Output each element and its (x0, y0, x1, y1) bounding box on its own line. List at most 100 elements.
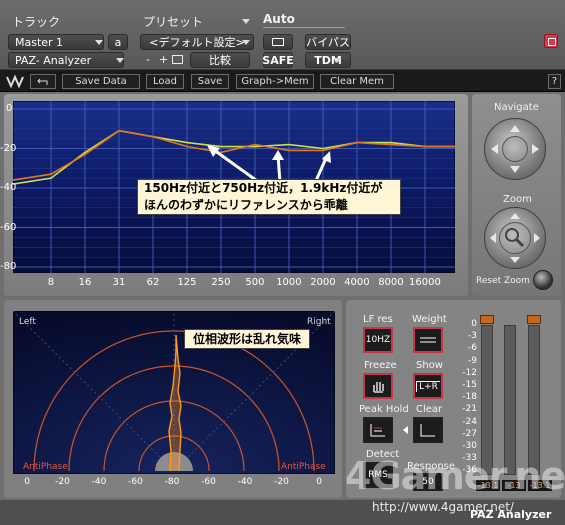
plugin-toolbar: Save Data Load Save Graph->Mem Clear Mem… (0, 70, 565, 92)
x-tick-label: 8 (47, 277, 55, 288)
help-button[interactable]: ? (548, 74, 561, 89)
x-tick-label: 16 (78, 277, 92, 288)
automation-icon (272, 38, 284, 46)
y-tick-label: -40 (0, 182, 17, 193)
x-tick-label: 1000 (276, 277, 302, 288)
weight-button[interactable] (413, 327, 443, 353)
save-data-label: Save Data (75, 76, 127, 87)
x-tick-label: 8000 (378, 277, 404, 288)
track-label: トラック (12, 15, 61, 29)
save-button[interactable]: Save (191, 74, 229, 89)
preset-dropdown-icon (242, 40, 250, 45)
channel-selector[interactable]: a (108, 34, 128, 50)
phase-annotation: 位相波形は乱れ気味 (184, 329, 310, 349)
meter-scale-label: -30 (462, 441, 477, 451)
auto-label: Auto (263, 12, 295, 26)
meter-scale-label: -6 (468, 343, 477, 354)
clear-label: Clear (416, 404, 443, 415)
x-tick-label: 250 (211, 277, 231, 288)
window-close-icon[interactable] (544, 34, 558, 48)
y-tick-label: -20 (0, 142, 17, 154)
show-value: L+R (416, 380, 440, 392)
preset-label: プリセット (143, 15, 204, 29)
x-tick-label: 2000 (310, 277, 336, 288)
peak-hold-button[interactable] (363, 417, 393, 443)
preset-next-button[interactable]: + (159, 53, 168, 66)
automation-button[interactable] (263, 34, 293, 50)
peak-hold-label: Peak Hold (359, 404, 409, 415)
tdm-dropdown-icon (333, 58, 341, 63)
anti-phase-left-label: AntiPhase (23, 462, 68, 472)
zoom-label: Zoom (503, 194, 532, 205)
footer-plugin-name: PAZ Analyzer (470, 508, 552, 521)
watermark: 4Gamer.net (345, 454, 565, 498)
plugin-selector[interactable]: PAZ- Analyzer (8, 52, 124, 68)
phase-tick-label: -40 (91, 477, 107, 487)
frequency-annotation-line1: 150Hz付近と750Hz付近，1.9kHz付近が (144, 181, 383, 195)
show-label: Show (416, 360, 443, 371)
x-tick-label: 500 (245, 277, 265, 288)
frequency-annotation: 150Hz付近と750Hz付近，1.9kHz付近が ほんのわずかにリファレンスか… (137, 179, 401, 215)
bypass-button[interactable]: バイパス (305, 34, 351, 50)
meter-scale-label: -12 (462, 367, 477, 378)
save-label: Save (197, 76, 223, 87)
clear-mem-label: Clear Mem (330, 76, 384, 87)
track-name: Master 1 (15, 35, 64, 49)
y-tick-label: -80 (0, 261, 17, 272)
lf-res-button[interactable]: 10HZ (363, 327, 393, 353)
phase-right-label: Right (307, 317, 331, 327)
phase-tick-label: -60 (128, 477, 143, 487)
meter-scale-label: -15 (462, 380, 477, 390)
y-tick-label: -60 (0, 221, 17, 233)
meter-peak-left (480, 315, 494, 324)
load-label: Load (153, 76, 177, 87)
preset-prev-button[interactable]: - (146, 53, 150, 66)
x-tick-label: 62 (146, 277, 160, 288)
safe-button[interactable]: SAFE (262, 52, 294, 68)
clear-mem-button[interactable]: Clear Mem (320, 74, 394, 89)
graph-mem-label: Graph->Mem (241, 76, 309, 87)
track-dropdown-icon (95, 40, 103, 45)
lf-res-label: LF res (363, 314, 393, 325)
waves-logo-icon (6, 74, 24, 88)
clear-arrow-icon (403, 426, 408, 434)
host-header: トラック プリセット Auto Master 1 a PAZ- Analyzer… (0, 0, 565, 70)
navigate-knob[interactable] (484, 118, 546, 180)
save-data-button[interactable]: Save Data (62, 74, 140, 89)
zoom-knob[interactable] (484, 207, 546, 269)
preset-name: <デフォルト設定> (149, 36, 245, 49)
preset-menu-icon[interactable] (242, 19, 250, 24)
plugin-dropdown-icon (116, 58, 124, 63)
freeze-button[interactable] (363, 373, 393, 399)
frequency-annotation-line2: ほんのわずかにリファレンスから乖離 (144, 198, 348, 212)
preset-selector[interactable]: <デフォルト設定> (140, 34, 254, 50)
track-selector[interactable]: Master 1 (8, 34, 104, 50)
meter-scale-label: -9 (468, 355, 477, 366)
channel-name: a (114, 35, 122, 49)
hand-icon (373, 382, 384, 393)
tdm-button[interactable]: TDM (305, 52, 351, 68)
plugin-name: PAZ- Analyzer (15, 53, 92, 67)
meter-scale-label: -18 (462, 392, 477, 403)
show-button[interactable]: L+R (413, 373, 443, 399)
compare-button[interactable]: 比較 (190, 52, 250, 68)
phase-left-label: Left (19, 317, 36, 327)
load-button[interactable]: Load (146, 74, 184, 89)
meter-track-left (481, 325, 493, 475)
phase-tick-label: -60 (201, 477, 216, 487)
undo-icon (37, 78, 48, 85)
magnifier-icon (490, 213, 540, 263)
copy-icon[interactable] (172, 55, 183, 64)
clear-button[interactable] (413, 417, 443, 443)
reset-zoom-button[interactable] (533, 270, 553, 290)
peak-hold-icon (370, 424, 385, 437)
graph-mem-button[interactable]: Graph->Mem (236, 74, 314, 89)
navigate-arrows-icon (491, 125, 539, 173)
undo-button[interactable] (30, 74, 56, 89)
phase-tick-label: -20 (274, 477, 289, 487)
meter-scale-label: -3 (468, 331, 477, 342)
weight-curve-icon (420, 337, 436, 343)
clear-icon (420, 424, 435, 437)
x-tick-label: 31 (112, 277, 126, 288)
navigation-panel: Navigate Zoom Reset Zoom (472, 94, 561, 296)
